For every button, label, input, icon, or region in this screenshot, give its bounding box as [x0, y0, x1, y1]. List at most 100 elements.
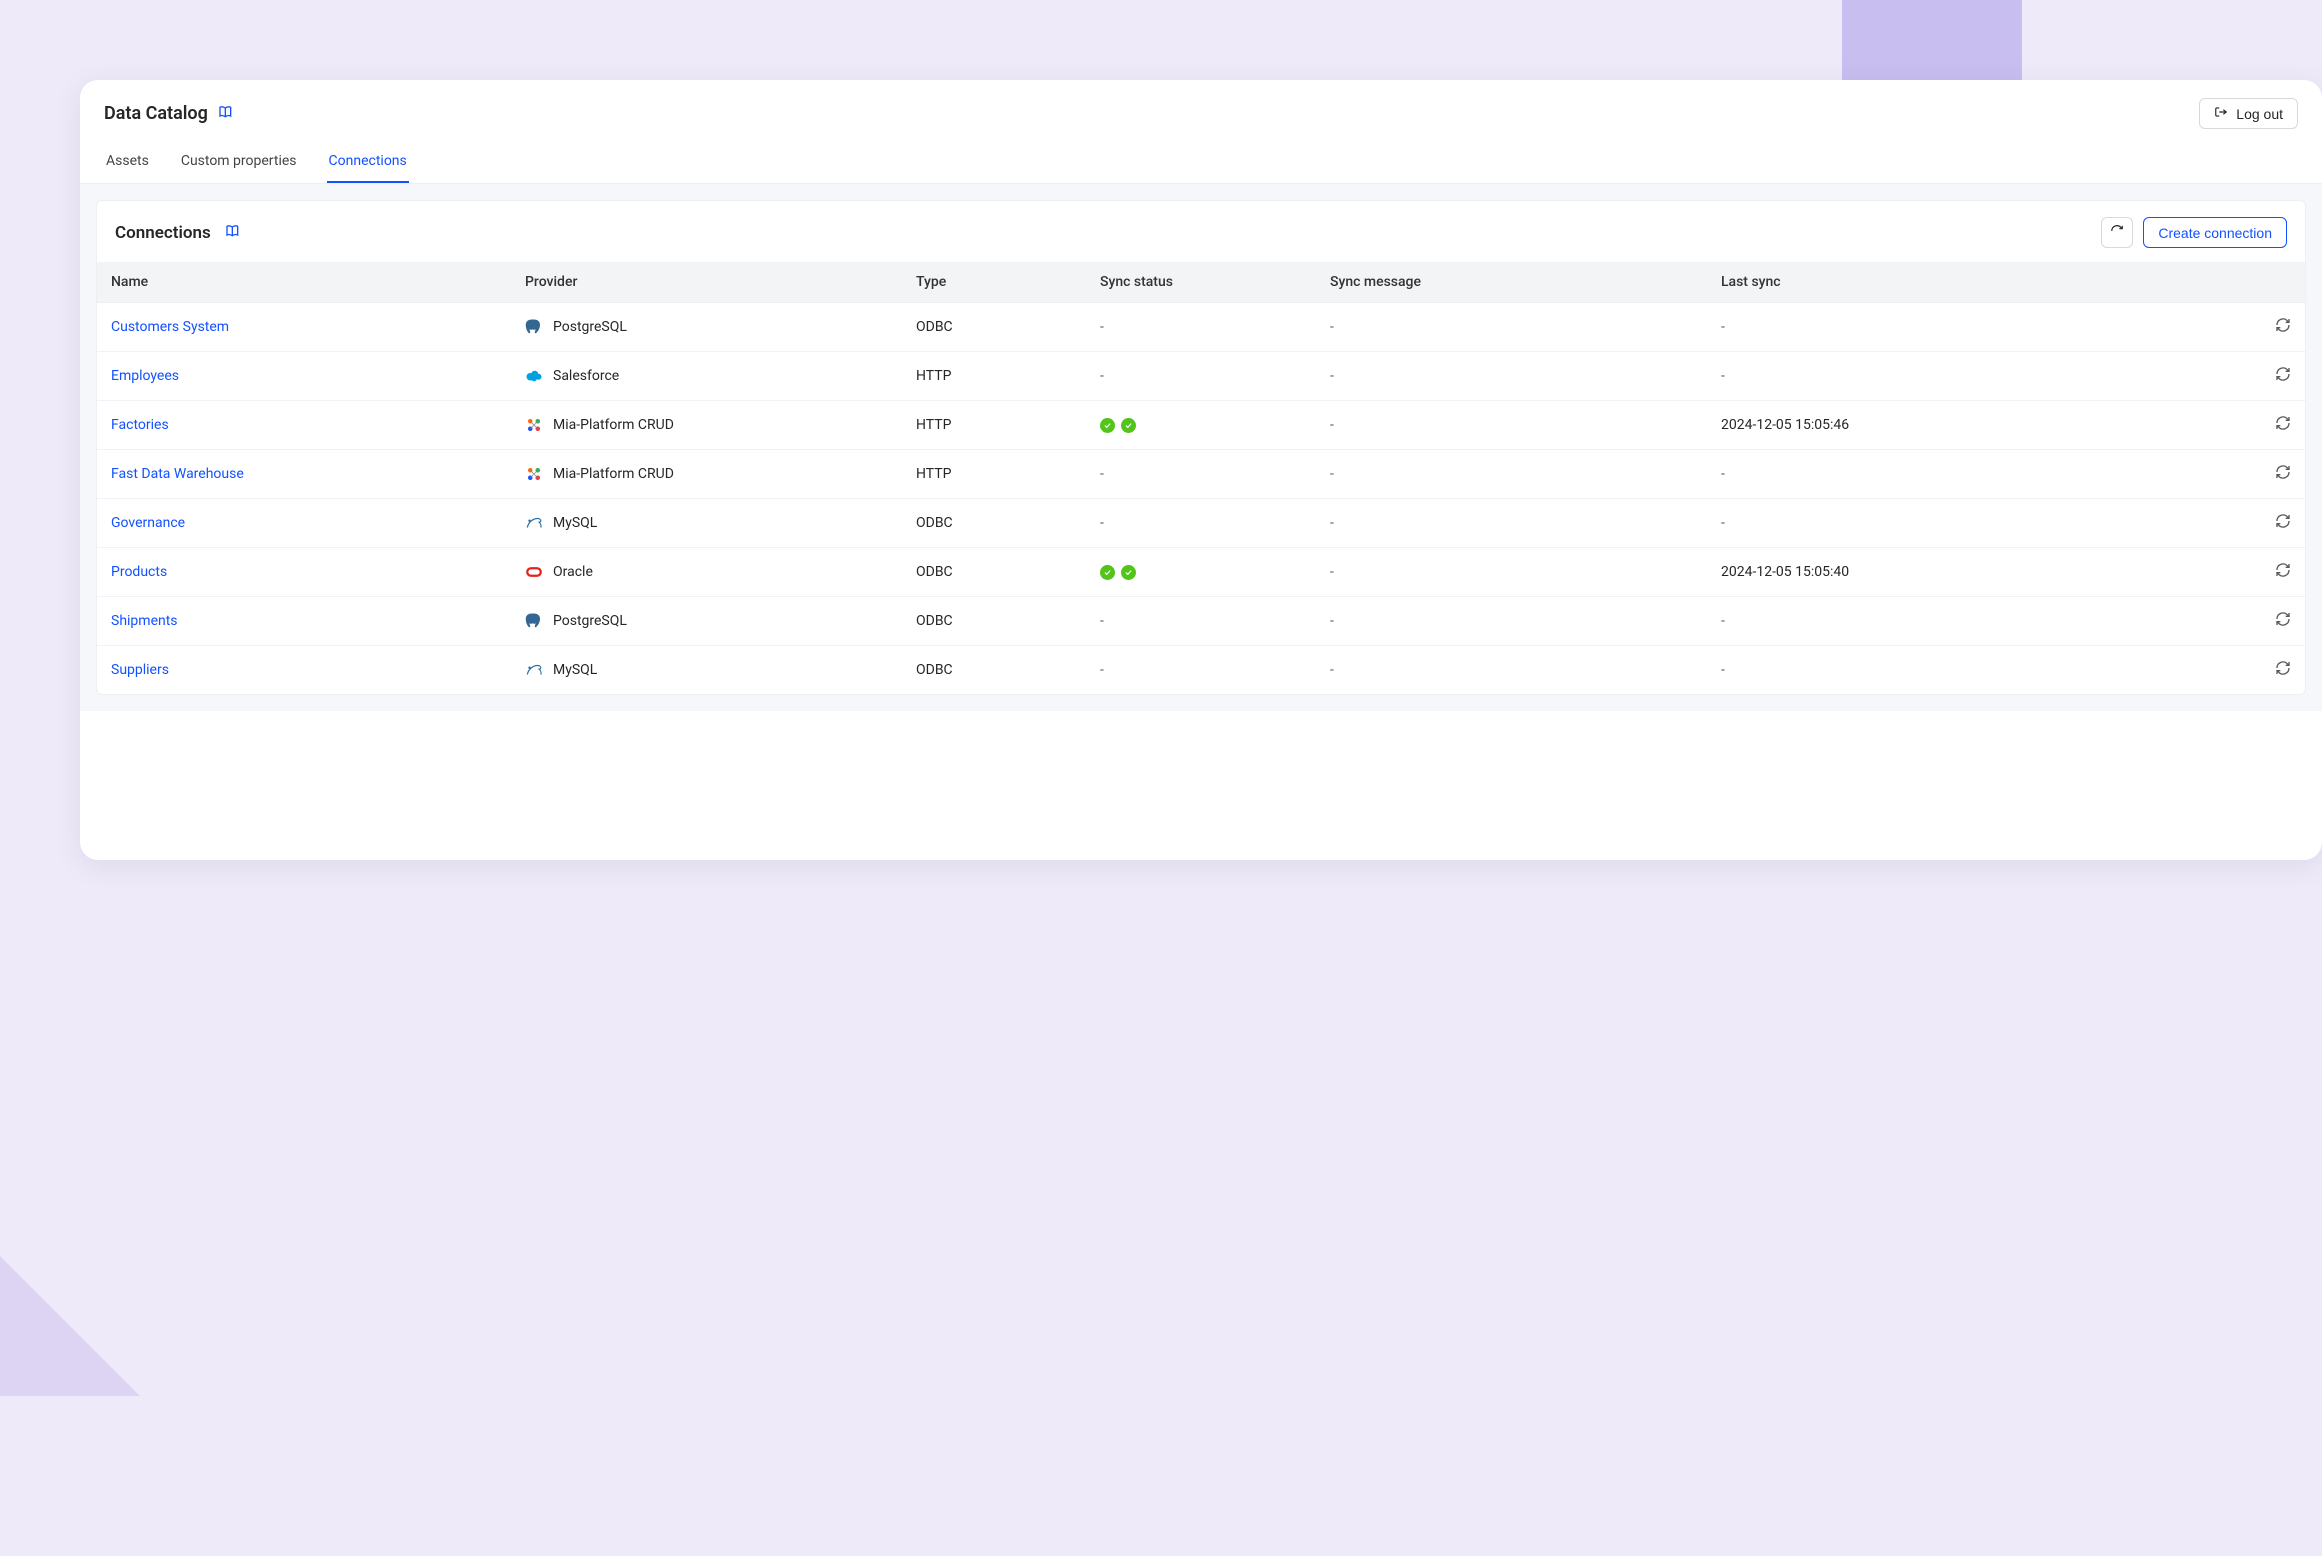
- provider-name: MySQL: [553, 662, 597, 678]
- app-header: Data Catalog Log out: [80, 80, 2322, 143]
- provider-name: Mia-Platform CRUD: [553, 417, 674, 433]
- last-sync: -: [1707, 303, 2167, 352]
- book-icon[interactable]: [225, 223, 241, 243]
- connection-link[interactable]: Products: [111, 564, 167, 580]
- last-sync: -: [1707, 597, 2167, 646]
- create-connection-label: Create connection: [2158, 225, 2272, 241]
- sync-message: -: [1316, 401, 1707, 450]
- tab-connections[interactable]: Connections: [327, 143, 409, 183]
- sync-status: [1086, 548, 1316, 597]
- table-row: GovernanceMySQLODBC---: [97, 499, 2305, 548]
- connection-type: ODBC: [902, 303, 1086, 352]
- check-icon: [1121, 418, 1136, 433]
- sync-status: -: [1086, 597, 1316, 646]
- connection-type: ODBC: [902, 646, 1086, 695]
- page-title: Data Catalog: [104, 103, 208, 124]
- table-row: ShipmentsPostgreSQLODBC---: [97, 597, 2305, 646]
- last-sync: -: [1707, 450, 2167, 499]
- check-icon: [1100, 565, 1115, 580]
- tabs: Assets Custom properties Connections: [80, 143, 2322, 184]
- salesforce-icon: [525, 367, 543, 385]
- connection-type: ODBC: [902, 499, 1086, 548]
- connection-type: ODBC: [902, 548, 1086, 597]
- row-sync-button[interactable]: [2275, 464, 2291, 480]
- sync-status: -: [1086, 303, 1316, 352]
- sync-status: -: [1086, 450, 1316, 499]
- connections-table: Name Provider Type Sync status Sync mess…: [97, 262, 2305, 694]
- mysql-icon: [525, 661, 543, 679]
- row-sync-button[interactable]: [2275, 611, 2291, 627]
- connection-link[interactable]: Shipments: [111, 613, 178, 629]
- sync-status: -: [1086, 646, 1316, 695]
- table-row: Customers SystemPostgreSQLODBC---: [97, 303, 2305, 352]
- row-sync-button[interactable]: [2275, 660, 2291, 676]
- connection-type: HTTP: [902, 401, 1086, 450]
- sync-status: -: [1086, 352, 1316, 401]
- col-name[interactable]: Name: [97, 262, 511, 303]
- postgresql-icon: [525, 612, 543, 630]
- table-row: Products Oracle ODBC -2024-12-05 15:05:40: [97, 548, 2305, 597]
- row-sync-button[interactable]: [2275, 562, 2291, 578]
- provider-name: PostgreSQL: [553, 319, 627, 335]
- book-icon[interactable]: [218, 104, 234, 124]
- refresh-icon: [2110, 224, 2124, 241]
- sync-message: -: [1316, 352, 1707, 401]
- connection-type: HTTP: [902, 352, 1086, 401]
- table-row: SuppliersMySQLODBC---: [97, 646, 2305, 695]
- connection-link[interactable]: Customers System: [111, 319, 229, 335]
- sync-status: -: [1086, 499, 1316, 548]
- connection-link[interactable]: Fast Data Warehouse: [111, 466, 244, 482]
- check-icon: [1100, 418, 1115, 433]
- panel-title: Connections: [115, 223, 211, 243]
- app-window: Data Catalog Log out Assets Custom proper…: [80, 80, 2322, 860]
- sync-message: -: [1316, 450, 1707, 499]
- tab-custom-properties[interactable]: Custom properties: [179, 143, 299, 183]
- sync-status: [1086, 401, 1316, 450]
- provider-name: Salesforce: [553, 368, 619, 384]
- provider-name: MySQL: [553, 515, 597, 531]
- table-row: Factories Mia-Platform CRUD HTTP -2024-12-0…: [97, 401, 2305, 450]
- col-last-sync[interactable]: Last sync: [1707, 262, 2167, 303]
- row-sync-button[interactable]: [2275, 513, 2291, 529]
- last-sync: -: [1707, 646, 2167, 695]
- last-sync: 2024-12-05 15:05:46: [1707, 401, 2167, 450]
- col-type[interactable]: Type: [902, 262, 1086, 303]
- sync-message: -: [1316, 499, 1707, 548]
- last-sync: -: [1707, 352, 2167, 401]
- sync-message: -: [1316, 303, 1707, 352]
- content-area: Connections Create connection: [80, 184, 2322, 711]
- row-sync-button[interactable]: [2275, 415, 2291, 431]
- connection-link[interactable]: Factories: [111, 417, 169, 433]
- connections-panel: Connections Create connection: [96, 200, 2306, 695]
- connection-link[interactable]: Employees: [111, 368, 179, 384]
- connection-type: HTTP: [902, 450, 1086, 499]
- col-sync-message[interactable]: Sync message: [1316, 262, 1707, 303]
- provider-name: Mia-Platform CRUD: [553, 466, 674, 482]
- sync-message: -: [1316, 646, 1707, 695]
- connection-link[interactable]: Suppliers: [111, 662, 169, 678]
- postgresql-icon: [525, 318, 543, 336]
- create-connection-button[interactable]: Create connection: [2143, 217, 2287, 248]
- logout-button[interactable]: Log out: [2199, 98, 2298, 129]
- last-sync: 2024-12-05 15:05:40: [1707, 548, 2167, 597]
- mia-icon: [525, 416, 543, 434]
- tab-assets[interactable]: Assets: [104, 143, 151, 183]
- logout-label: Log out: [2236, 106, 2283, 122]
- col-sync-status[interactable]: Sync status: [1086, 262, 1316, 303]
- mia-icon: [525, 465, 543, 483]
- mysql-icon: [525, 514, 543, 532]
- col-provider[interactable]: Provider: [511, 262, 902, 303]
- sync-message: -: [1316, 597, 1707, 646]
- sync-message: -: [1316, 548, 1707, 597]
- row-sync-button[interactable]: [2275, 366, 2291, 382]
- refresh-button[interactable]: [2101, 217, 2133, 248]
- connection-link[interactable]: Governance: [111, 515, 185, 531]
- table-row: Fast Data Warehouse Mia-Platform CRUD HTTP…: [97, 450, 2305, 499]
- logout-icon: [2214, 105, 2228, 122]
- connection-type: ODBC: [902, 597, 1086, 646]
- table-row: EmployeesSalesforceHTTP---: [97, 352, 2305, 401]
- row-sync-button[interactable]: [2275, 317, 2291, 333]
- provider-name: Oracle: [553, 564, 593, 580]
- last-sync: -: [1707, 499, 2167, 548]
- check-icon: [1121, 565, 1136, 580]
